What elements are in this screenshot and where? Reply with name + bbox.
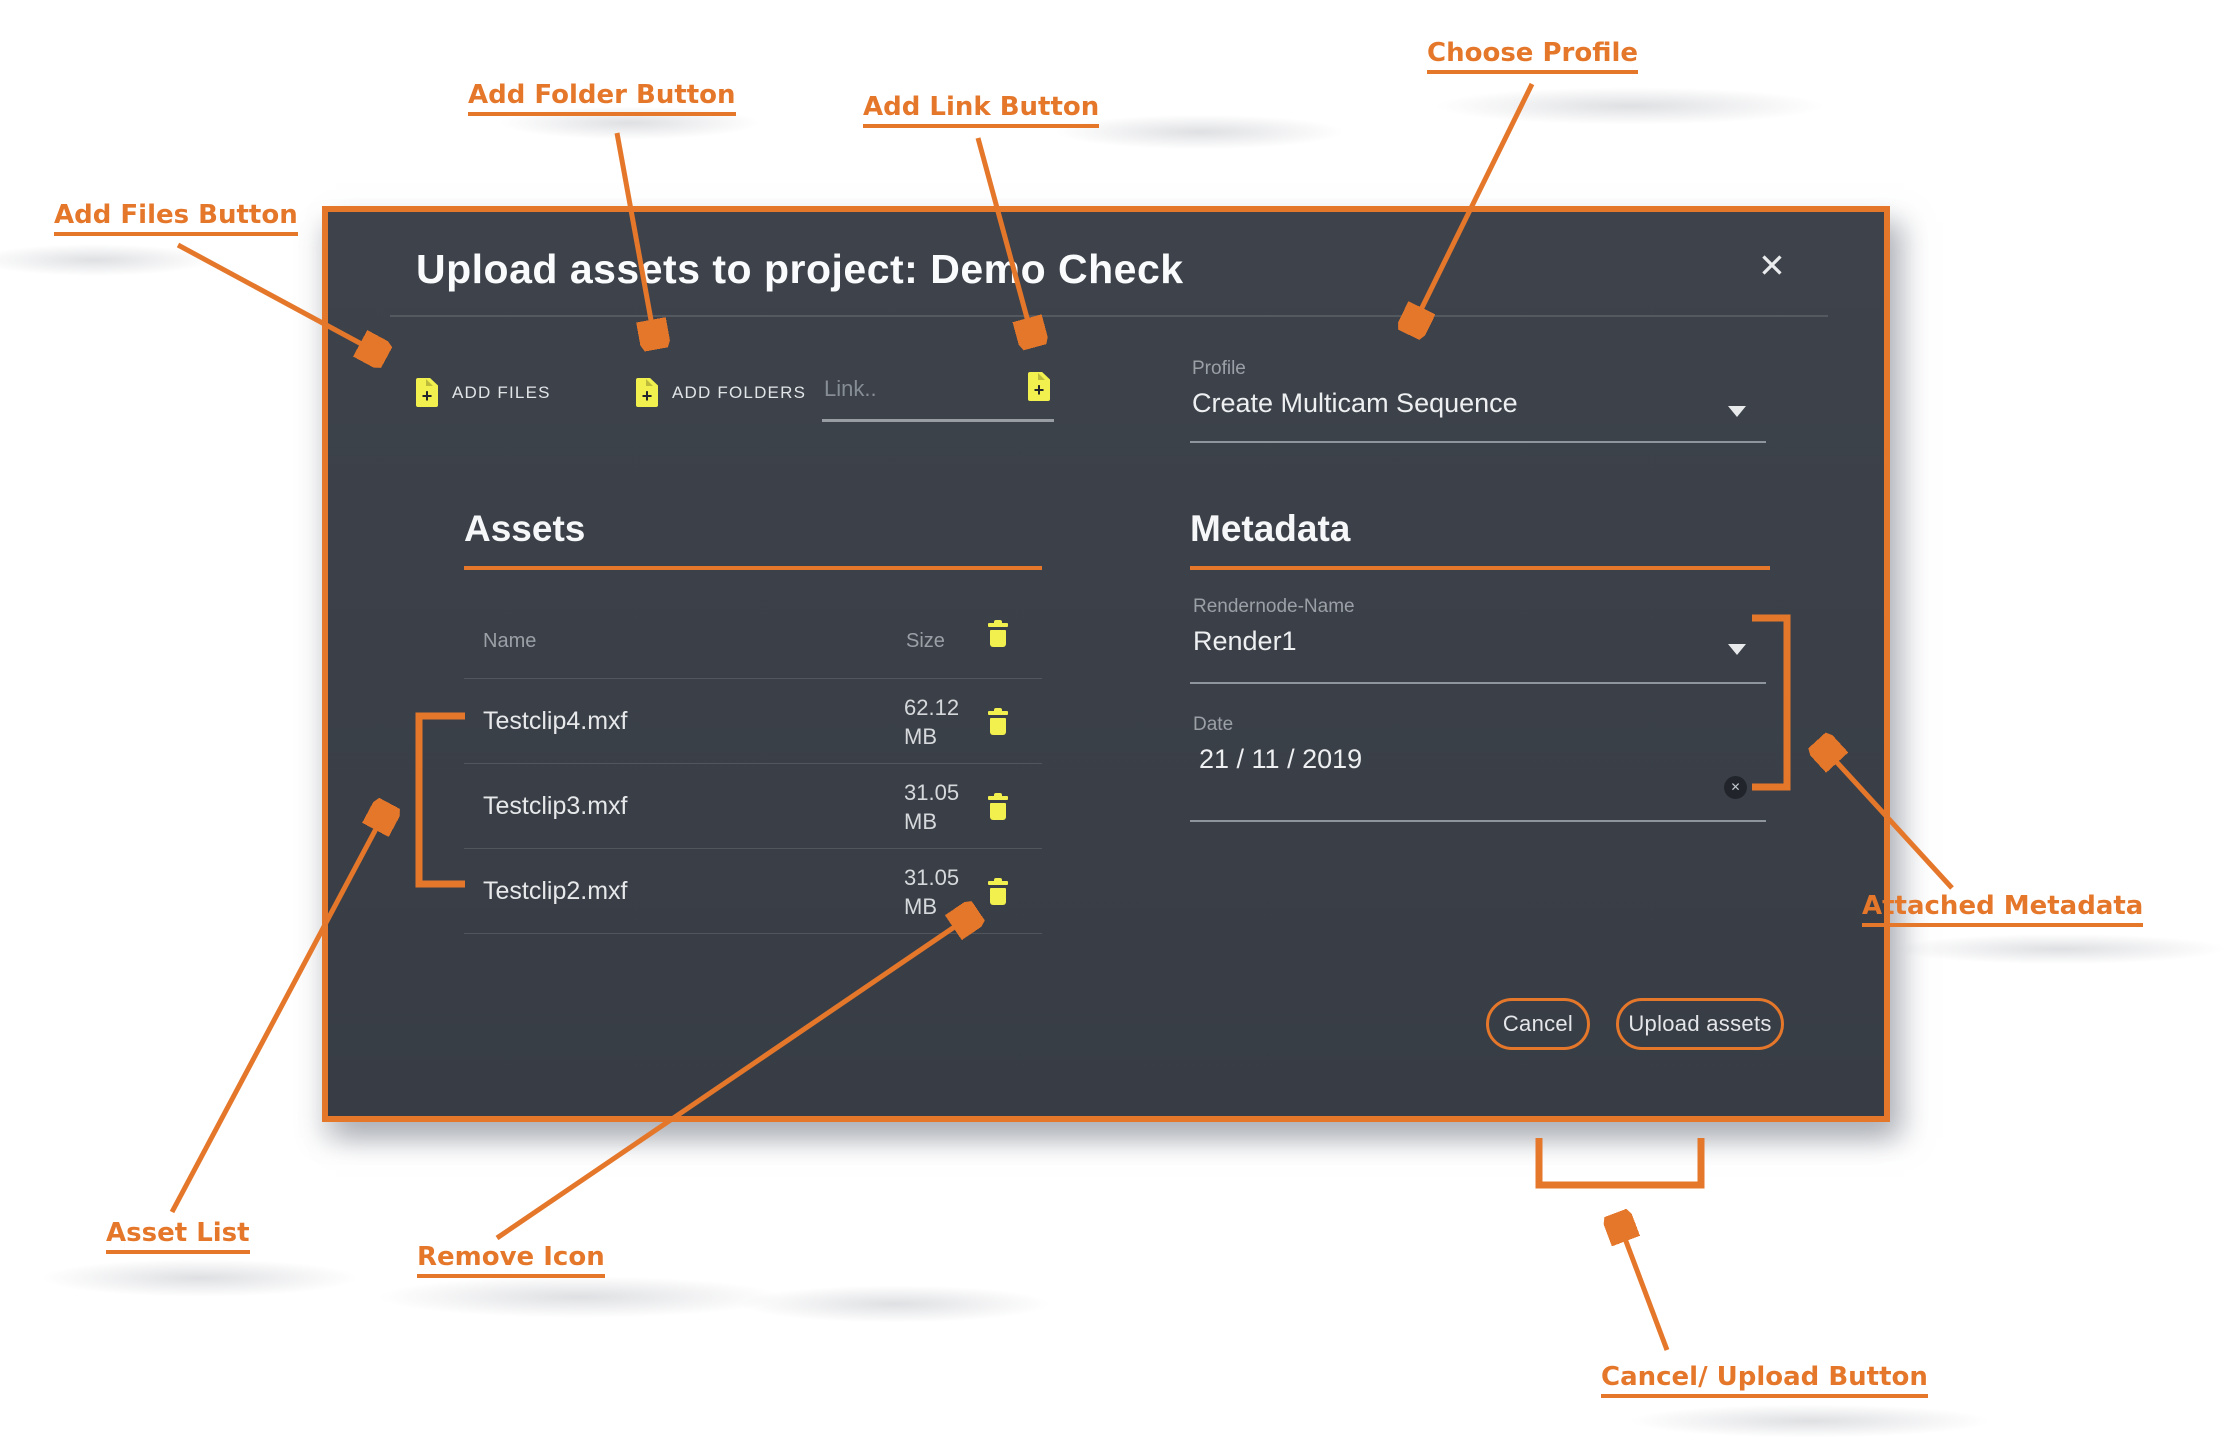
add-files-button[interactable]: + ADD FILES <box>416 378 551 407</box>
asset-size: 62.12 MB <box>904 693 959 751</box>
asset-list: Testclip4.mxf 62.12 MB Testclip3.mxf 31.… <box>464 678 1042 934</box>
annotation-cancel-upload: Cancel/ Upload Button <box>1601 1362 1928 1398</box>
link-input[interactable] <box>822 370 992 402</box>
assets-table-header: Name Size <box>464 608 1042 678</box>
delete-icon[interactable] <box>988 708 1008 735</box>
add-files-label: ADD FILES <box>452 383 551 403</box>
upload-assets-button[interactable]: Upload assets <box>1616 998 1784 1050</box>
annotation-attached-metadata: Attached Metadata <box>1862 891 2143 927</box>
shadow-blob <box>1560 1398 2060 1444</box>
metadata-rule <box>1190 566 1770 570</box>
arrow-cancel-upload <box>1618 1220 1667 1350</box>
profile-label: Profile <box>1192 358 1246 380</box>
date-label: Date <box>1193 714 1233 736</box>
metadata-heading: Metadata <box>1190 508 1350 550</box>
delete-all-icon[interactable] <box>988 620 1008 647</box>
page: Upload assets to project: Demo Check ✕ +… <box>0 0 2228 1446</box>
assets-heading: Assets <box>464 508 585 550</box>
delete-icon[interactable] <box>988 793 1008 820</box>
add-link-icon[interactable]: + <box>1028 372 1050 401</box>
name-column-header: Name <box>483 630 536 653</box>
annotation-add-link: Add Link Button <box>863 92 1099 128</box>
asset-name: Testclip4.mxf <box>483 707 627 736</box>
chevron-down-icon[interactable] <box>1728 406 1746 417</box>
link-field: + <box>822 370 1054 422</box>
table-row[interactable]: Testclip3.mxf 31.05 MB <box>464 764 1042 849</box>
profile-select-value[interactable]: Create Multicam Sequence <box>1192 388 1518 419</box>
date-field-value[interactable]: 21 / 11 / 2019 <box>1199 744 1362 775</box>
asset-name: Testclip3.mxf <box>483 792 627 821</box>
asset-size: 31.05 MB <box>904 778 959 836</box>
cancel-button[interactable]: Cancel <box>1486 998 1590 1050</box>
title-divider <box>390 315 1828 317</box>
table-row[interactable]: Testclip2.mxf 31.05 MB <box>464 849 1042 934</box>
clear-date-icon[interactable]: ✕ <box>1724 776 1747 799</box>
shadow-blob <box>0 238 260 282</box>
rendernode-label: Rendernode-Name <box>1193 596 1355 618</box>
profile-underline <box>1190 441 1766 443</box>
rendernode-select-value[interactable]: Render1 <box>1193 626 1297 657</box>
size-column-header: Size <box>906 630 945 653</box>
annotation-remove-icon: Remove Icon <box>417 1242 605 1278</box>
shadow-blob <box>1360 80 1900 132</box>
annotation-asset-list: Asset List <box>106 1218 250 1254</box>
dialog-title: Upload assets to project: Demo Check <box>416 246 1184 293</box>
asset-name: Testclip2.mxf <box>483 877 627 906</box>
assets-table: Name Size Testclip4.mxf 62.12 MB <box>464 608 1042 934</box>
asset-size: 31.05 MB <box>904 863 959 921</box>
chevron-down-icon[interactable] <box>1728 644 1746 655</box>
buttons-bracket <box>1539 1138 1701 1185</box>
file-plus-icon: + <box>636 378 658 407</box>
delete-icon[interactable] <box>988 878 1008 905</box>
date-underline <box>1190 820 1766 822</box>
shadow-blob <box>680 1278 1110 1330</box>
annotation-choose-profile: Choose Profile <box>1427 38 1638 74</box>
close-icon[interactable]: ✕ <box>1748 242 1796 290</box>
rendernode-underline <box>1190 682 1766 684</box>
add-folders-label: ADD FOLDERS <box>672 383 806 403</box>
upload-assets-dialog: Upload assets to project: Demo Check ✕ +… <box>322 206 1890 1122</box>
annotation-add-files: Add Files Button <box>54 200 298 236</box>
add-folders-button[interactable]: + ADD FOLDERS <box>636 378 806 407</box>
assets-rule <box>464 566 1042 570</box>
file-plus-icon: + <box>416 378 438 407</box>
table-row[interactable]: Testclip4.mxf 62.12 MB <box>464 679 1042 764</box>
annotation-add-folder: Add Folder Button <box>468 80 736 116</box>
